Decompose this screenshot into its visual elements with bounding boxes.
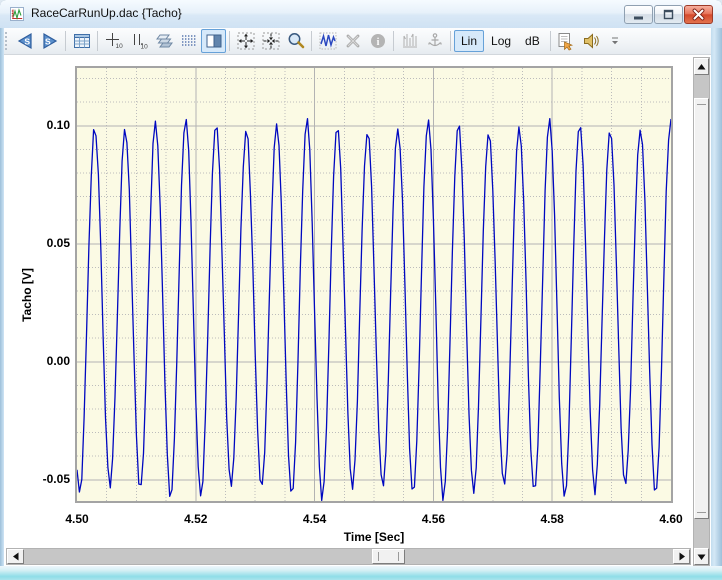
svg-text:S: S — [24, 36, 30, 46]
thumb-grip[interactable] — [697, 104, 706, 105]
scale-log-label: Log — [491, 34, 511, 48]
multi-trace-view-button[interactable] — [176, 29, 201, 53]
split-panel-icon — [204, 31, 224, 51]
svg-text:S: S — [44, 36, 50, 46]
vertical-scrollbar[interactable] — [693, 57, 710, 566]
toolbar-separator — [311, 31, 312, 51]
dotted-rows-icon — [179, 31, 199, 51]
toolbar: S S 10 10 i Lin LogdB — [0, 28, 722, 55]
show-waveform-button[interactable] — [315, 29, 340, 53]
y-tick-label: -0.05 — [20, 472, 70, 486]
stacked-planes-icon — [154, 31, 174, 51]
vertical-scroll-thumb[interactable] — [694, 98, 709, 519]
previous-record-button[interactable]: S — [12, 29, 37, 53]
thumb-grip[interactable] — [378, 552, 379, 561]
cross-10-icon: 10 — [104, 31, 124, 51]
title-bar[interactable]: RaceCarRunUp.dac {Tacho} — [0, 0, 722, 29]
horizontal-scroll-thumb[interactable] — [372, 549, 405, 564]
scale-db-button[interactable]: dB — [518, 30, 547, 52]
magnifier-icon — [286, 31, 306, 51]
window-border-bottom — [0, 566, 722, 580]
data-table-button[interactable] — [69, 29, 94, 53]
play-audio-button[interactable] — [579, 29, 604, 53]
toolbar-separator — [450, 31, 451, 51]
split-view-button[interactable] — [201, 29, 226, 53]
zoom-tool-button[interactable] — [283, 29, 308, 53]
scale-log-button[interactable]: Log — [484, 30, 518, 52]
toolbar-separator — [393, 31, 394, 51]
toolbar-buttons: S S 10 10 i Lin LogdB — [12, 29, 604, 53]
scale-lin-button[interactable]: Lin — [454, 30, 484, 52]
window-border-left — [0, 28, 4, 568]
toolbar-separator — [229, 31, 230, 51]
maximize-button[interactable] — [654, 5, 683, 24]
scroll-up-button[interactable] — [694, 58, 709, 75]
bars-10-icon: 10 — [129, 31, 149, 51]
anchor-icon — [425, 31, 445, 51]
hand-note-icon — [556, 31, 576, 51]
x-tick-label: 4.60 — [646, 512, 696, 526]
y-tick-label: 0.10 — [20, 118, 70, 132]
info-circle-icon: i — [368, 31, 388, 51]
cross-x-icon — [343, 31, 363, 51]
svg-text:10: 10 — [115, 43, 123, 50]
toolbar-separator — [65, 31, 66, 51]
thumb-grip[interactable] — [398, 552, 399, 561]
y-tick-label: 0.00 — [20, 354, 70, 368]
toolbar-separator — [97, 31, 98, 51]
toolbar-overflow-button[interactable] — [609, 34, 621, 48]
arrow-left-s-icon: S — [15, 31, 35, 51]
zoom-full-button[interactable] — [233, 29, 258, 53]
annotate-button[interactable] — [554, 29, 579, 53]
close-button[interactable] — [684, 5, 713, 24]
harmonic-cursor-button[interactable]: 10 — [101, 29, 126, 53]
horizontal-scrollbar[interactable] — [6, 548, 691, 565]
probe-button — [422, 29, 447, 53]
x-tick-label: 4.52 — [171, 512, 221, 526]
x-tick-label: 4.50 — [52, 512, 102, 526]
scale-db-label: dB — [525, 34, 540, 48]
comb-filter-icon — [400, 31, 420, 51]
waveform-plot — [77, 68, 671, 501]
window-border-right — [711, 28, 722, 568]
filter-button — [397, 29, 422, 53]
speaker-icon — [581, 31, 601, 51]
window-controls — [623, 5, 713, 24]
win-close-icon — [685, 6, 712, 23]
info-button: i — [365, 29, 390, 53]
arrow-right-s-icon: S — [40, 31, 60, 51]
remove-trace-button — [340, 29, 365, 53]
minimize-button[interactable] — [624, 5, 653, 24]
plot-area[interactable] — [75, 66, 673, 503]
y-tick-label: 0.05 — [20, 236, 70, 250]
window-title: RaceCarRunUp.dac {Tacho} — [31, 6, 182, 20]
y-axis-title: Tacho [V] — [20, 268, 34, 322]
wave-icon — [318, 31, 338, 51]
thumb-grip[interactable] — [697, 512, 706, 513]
app-window: RaceCarRunUp.dac {Tacho} S S 10 10 i Lin LogdB… — [0, 0, 722, 580]
svg-text:10: 10 — [140, 44, 148, 51]
x-tick-label: 4.58 — [527, 512, 577, 526]
zoom-box-button[interactable] — [258, 29, 283, 53]
scroll-left-button[interactable] — [7, 549, 24, 564]
scale-lin-label: Lin — [461, 34, 477, 48]
grid-icon — [72, 31, 92, 51]
win-maximize-icon — [655, 6, 682, 23]
overlay-view-button[interactable] — [151, 29, 176, 53]
scroll-right-button[interactable] — [673, 549, 690, 564]
next-record-button[interactable]: S — [37, 29, 62, 53]
arrows-out-icon — [236, 31, 256, 51]
arrows-in-icon — [261, 31, 281, 51]
toolbar-grip[interactable] — [4, 32, 8, 50]
x-tick-label: 4.54 — [290, 512, 340, 526]
svg-text:i: i — [376, 37, 379, 48]
win-minimize-icon — [625, 6, 652, 23]
toolbar-separator — [550, 31, 551, 51]
scroll-down-button[interactable] — [694, 548, 709, 565]
waveform-document-icon — [9, 6, 25, 22]
x-axis-title: Time [Sec] — [77, 530, 671, 544]
sideband-cursor-button[interactable]: 10 — [126, 29, 151, 53]
x-tick-label: 4.56 — [408, 512, 458, 526]
